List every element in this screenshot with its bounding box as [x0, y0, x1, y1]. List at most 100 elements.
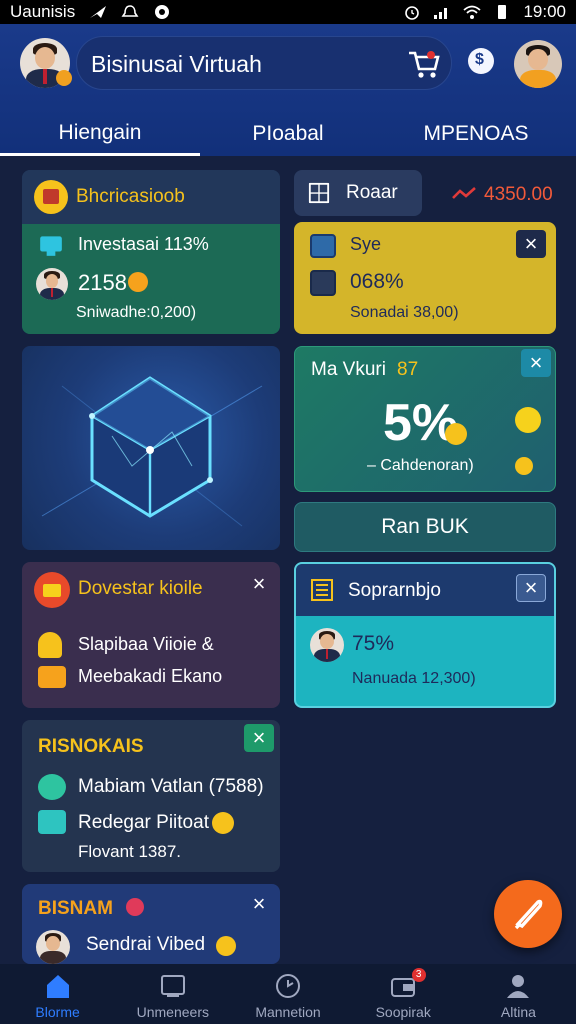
- carrier-name: Uaunisis: [10, 2, 76, 21]
- support-subtitle: Nanuada 12,300): [352, 670, 476, 687]
- product-subtitle: Sonadai 38,00): [350, 304, 459, 321]
- business-card[interactable]: RISNOKAIS × Mabiam Vatlan (7588) Redegar…: [22, 720, 280, 872]
- profile-avatar[interactable]: [514, 40, 562, 88]
- title-bar: Bisinusai Virtuah: [76, 36, 452, 90]
- support-percent: 75%: [352, 632, 395, 655]
- support-card-title: Soprarnbjo: [348, 580, 441, 601]
- emoji-icon: [212, 812, 234, 834]
- nav-support[interactable]: 3 Soopirak: [346, 964, 461, 1024]
- investment-card-header: Bhcricasioob: [22, 170, 280, 224]
- business-card-title: RISNOKAIS: [38, 736, 144, 757]
- nav-home-label: Blorme: [35, 1004, 80, 1020]
- bottom-navigation: Blorme Unmeneers Mannetion 3 Soopirak Al…: [0, 964, 576, 1024]
- product-percent: 068%: [350, 270, 404, 293]
- send-icon: [90, 6, 107, 18]
- product-card-body: Sye × 068% Sonadai 38,00): [294, 222, 556, 334]
- wifi-icon: [463, 5, 482, 19]
- product-tab[interactable]: Roaar: [294, 170, 422, 216]
- investor-card[interactable]: Dovestar kioile × Slapibaa Viioie & Meeb…: [22, 562, 280, 708]
- trend-icon: [452, 187, 476, 199]
- product-close-button[interactable]: ×: [516, 230, 546, 258]
- bisnam-row: Sendrai Vibed: [86, 934, 206, 955]
- app-header: Bisinusai Virtuah Hiengain PIoabal MPENO…: [0, 24, 576, 156]
- pen-icon: [514, 899, 543, 930]
- shield-icon: [126, 898, 144, 916]
- bisnam-avatar: [36, 930, 70, 964]
- compose-fab-button[interactable]: [494, 880, 562, 948]
- home-icon: [46, 975, 69, 998]
- grid-icon: [308, 182, 330, 204]
- support-card-header: Soprarnbjo ×: [296, 564, 554, 616]
- run-button[interactable]: Ran BUK: [294, 502, 556, 552]
- status-bar: Uaunisis 19:00: [0, 0, 576, 24]
- coin-icon: [445, 423, 467, 445]
- percent-card-title: Ma Vkuri: [311, 359, 386, 380]
- investor-close-button[interactable]: ×: [244, 570, 274, 598]
- support-close-button[interactable]: ×: [516, 574, 546, 602]
- nav-home[interactable]: Blorme: [0, 964, 115, 1024]
- card-icon: [310, 234, 336, 258]
- investor-avatar: [36, 268, 68, 300]
- product-card[interactable]: Roaar 4350.00 Sye × 068% Sonadai 38,00): [294, 170, 556, 334]
- smile-icon: [128, 272, 148, 292]
- product-tab-label: Roaar: [346, 182, 398, 203]
- nav-market[interactable]: Mannetion: [230, 964, 345, 1024]
- investment-value: 2158: [78, 270, 127, 295]
- percent-close-button[interactable]: ×: [521, 349, 551, 377]
- cart-icon[interactable]: [407, 49, 441, 79]
- percent-big-value: 5%: [383, 394, 459, 452]
- clock-icon: [276, 974, 300, 998]
- investor-row-2: Meebakadi Ekano: [78, 666, 223, 686]
- smiley-icon: [515, 407, 541, 433]
- percent-card-title-accent: 87: [397, 359, 419, 380]
- bisnam-card[interactable]: BISNAM × Sendrai Vibed: [22, 884, 280, 964]
- list-icon: [311, 579, 333, 601]
- document-icon: [310, 270, 336, 296]
- percent-card[interactable]: Ma Vkuri 87 × 5% – Cahdenoran): [294, 346, 556, 492]
- tab-mpenoas[interactable]: MPENOAS: [376, 112, 576, 156]
- business-close-button[interactable]: ×: [244, 724, 274, 752]
- investment-row: Investasai 113%: [78, 234, 209, 254]
- dollar-icon[interactable]: [468, 48, 494, 74]
- tab-pioabal[interactable]: PIoabal: [200, 112, 376, 156]
- alarm-icon: [405, 6, 420, 20]
- bisnam-card-title: BISNAM: [38, 898, 113, 919]
- analytics-icon: [40, 236, 62, 256]
- investor-card-title: Dovestar kioile: [78, 578, 203, 599]
- briefcase-icon: [34, 572, 70, 608]
- business-row-1: Mabiam Vatlan (7588): [78, 776, 264, 797]
- signal-icon: [434, 8, 448, 19]
- investment-subtitle: Sniwadhe:0,200): [76, 304, 197, 321]
- product-price: 4350.00: [484, 184, 553, 205]
- calendar-icon: [34, 180, 68, 214]
- bisnam-emoji-icon: [216, 936, 236, 956]
- bell-icon: [121, 5, 139, 17]
- mail-icon: [38, 810, 66, 834]
- investment-card[interactable]: Bhcricasioob Investasai 113% 2158 Sniwad…: [22, 170, 280, 334]
- investment-card-title: Bhcricasioob: [76, 186, 185, 207]
- business-row-3: Flovant 1387.: [78, 842, 182, 861]
- chart-up-icon: [38, 774, 66, 800]
- user-icon: [515, 457, 533, 475]
- battery-icon: [498, 5, 507, 19]
- location-icon: [155, 5, 170, 19]
- chart-box-icon: [160, 975, 185, 997]
- support-avatar: [310, 628, 344, 662]
- crypto-cube-card[interactable]: [22, 346, 280, 550]
- tab-hiengain[interactable]: Hiengain: [0, 112, 200, 156]
- support-card[interactable]: Soprarnbjo × 75% Nanuada 12,300): [294, 562, 556, 708]
- nav-profile-label: Altina: [500, 1004, 536, 1020]
- product-row: Sye: [350, 234, 382, 254]
- wallet-icon: [38, 666, 66, 688]
- person-icon: [507, 975, 530, 998]
- nav-profile[interactable]: Altina: [461, 964, 576, 1024]
- nav-investments[interactable]: Unmeneers: [115, 964, 230, 1024]
- nav-support-label: Soopirak: [375, 1004, 431, 1020]
- investor-row-1: Slapibaa Viioie &: [78, 634, 214, 654]
- percent-caption: – Cahdenoran): [367, 457, 474, 474]
- bisnam-close-button[interactable]: ×: [244, 890, 274, 918]
- business-row-2: Redegar Piitoat: [78, 812, 209, 833]
- nav-market-label: Mannetion: [255, 1004, 321, 1020]
- nav-investments-label: Unmeneers: [136, 1004, 209, 1020]
- nav-support-badge: 3: [411, 968, 426, 982]
